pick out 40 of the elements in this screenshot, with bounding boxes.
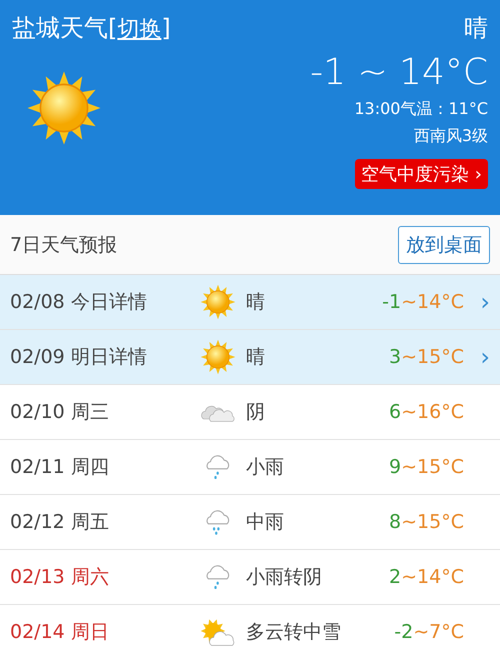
day-date: 02/11 周四: [10, 455, 110, 480]
day-date: 02/08 今日详情: [10, 290, 148, 315]
day-date: 02/14 周日: [10, 620, 110, 645]
bracket: ]: [161, 14, 171, 42]
day-temperature: 6~16°C: [389, 401, 464, 423]
chevron-icon: ›: [464, 343, 490, 371]
sun-icon: [200, 339, 236, 375]
day-date: 02/12 周五: [10, 510, 110, 535]
day-condition: 小雨转阴: [246, 565, 323, 590]
air-quality-badge[interactable]: 空气中度污染 ›: [355, 159, 488, 189]
wind-info: 西南风3级: [414, 126, 488, 147]
current-temperature: 13:00气温：11°C: [354, 99, 488, 120]
day-condition: 晴: [246, 345, 266, 370]
city-title: 盐城天气: [12, 13, 108, 44]
forecast-row[interactable]: 02/08 今日详情 晴 -1~14°C ›: [0, 275, 500, 330]
day-condition: 多云转中雪: [246, 620, 342, 645]
sun-icon: [26, 70, 102, 146]
sun-icon: [200, 284, 236, 320]
day-condition: 中雨: [246, 510, 285, 535]
day-condition: 阴: [246, 400, 266, 425]
add-to-desktop-button[interactable]: 放到桌面: [398, 226, 490, 264]
day-date: 02/13 周六: [10, 565, 110, 590]
day-date: 02/10 周三: [10, 400, 110, 425]
day-temperature: 8~15°C: [389, 511, 464, 533]
day-temperature: 2~14°C: [389, 566, 464, 588]
day-temperature: 9~15°C: [389, 456, 464, 478]
day-temperature: -2~7°C: [394, 621, 464, 643]
day-temperature: -1~14°C: [382, 291, 464, 313]
day-date: 02/09 明日详情: [10, 345, 148, 370]
current-condition: 晴: [464, 13, 488, 44]
bracket: [: [108, 14, 118, 42]
switch-link[interactable]: 切换: [117, 14, 162, 44]
forecast-title: 7日天气预报: [10, 232, 118, 258]
day-temperature: 3~15°C: [389, 346, 464, 368]
day-condition: 晴: [246, 290, 266, 315]
chevron-icon: ›: [464, 288, 490, 316]
forecast-row[interactable]: 02/09 明日详情 晴 3~15°C ›: [0, 330, 500, 385]
day-condition: 小雨: [246, 455, 285, 480]
temperature-range: -1 ~ 14°C: [310, 52, 488, 93]
sun-cloud-icon: [200, 618, 236, 646]
